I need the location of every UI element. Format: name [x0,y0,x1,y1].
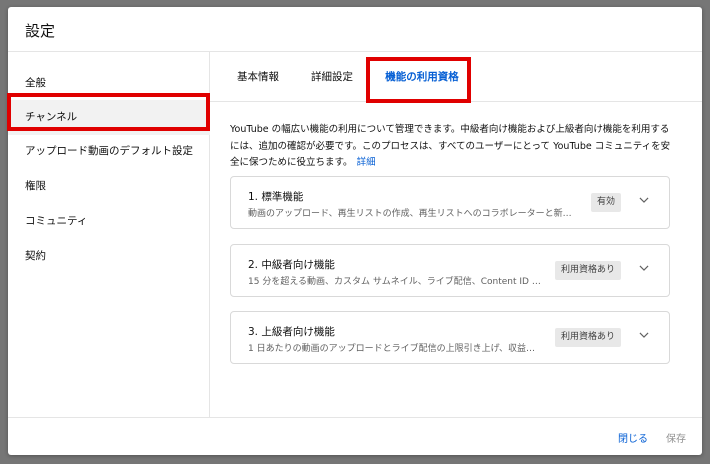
save-button[interactable]: 保存 [666,430,686,445]
tab-feature-eligibility-label: 機能の利用資格 [385,71,459,83]
feature-card-title: 2. 中級者向け機能 [248,259,335,271]
close-button[interactable]: 閉じる [618,430,648,445]
sidebar-item-agreements[interactable]: 契約 [8,239,210,274]
tab-advanced-settings[interactable]: 詳細設定 [304,52,360,102]
sidebar-item-permissions[interactable]: 権限 [8,169,210,204]
chevron-down-icon[interactable] [637,328,651,342]
tab-feature-eligibility[interactable]: 機能の利用資格 [377,52,467,102]
feature-card-intermediate[interactable]: 2. 中級者向け機能 15 分を超える動画、カスタム サムネイル、ライブ配信、C… [230,244,670,297]
sidebar-item-general[interactable]: 全般 [8,66,210,101]
active-tab-indicator [377,100,467,102]
feature-card-standard[interactable]: 1. 標準機能 動画のアップロード、再生リストの作成、再生リストへのコラボレータ… [230,176,670,229]
feature-card-subtitle: 1 日あたりの動画のアップロードとライブ配信の上限引き上げ、収益… [248,344,535,354]
sidebar-item-channel[interactable]: チャンネル [8,100,210,135]
dialog-title: 設定 [25,22,56,40]
status-badge: 利用資格あり [555,261,622,280]
tab-basic-info[interactable]: 基本情報 [230,52,286,102]
status-badge: 利用資格あり [555,328,622,347]
feature-card-advanced[interactable]: 3. 上級者向け機能 1 日あたりの動画のアップロードとライブ配信の上限引き上げ… [230,311,670,364]
chevron-down-icon[interactable] [637,261,651,275]
description-text: YouTube の幅広い機能の利用について管理できます。中級者向け機能および上級… [230,124,671,168]
sidebar-item-community[interactable]: コミュニティ [8,204,210,239]
chevron-down-icon[interactable] [637,193,651,207]
feature-card-subtitle: 動画のアップロード、再生リストの作成、再生リストへのコラボレーターと新… [248,209,572,219]
dialog-header: 設定 [8,7,702,52]
status-badge: 有効 [591,193,622,212]
settings-content: 基本情報 詳細設定 機能の利用資格 YouTube の幅広い機能の利用について管… [210,52,702,417]
tab-bar: 基本情報 詳細設定 機能の利用資格 [210,52,702,102]
feature-card-title: 3. 上級者向け機能 [248,326,335,338]
feature-card-title: 1. 標準機能 [248,191,304,203]
feature-card-subtitle: 15 分を超える動画、カスタム サムネイル、ライブ配信、Content ID に… [248,277,543,287]
settings-sidebar: 全般 チャンネル アップロード動画のデフォルト設定 権限 コミュニティ 契約 [8,52,210,417]
learn-more-link[interactable]: 詳細 [357,157,376,168]
dialog-footer: 閉じる 保存 [8,417,702,455]
sidebar-item-upload-defaults[interactable]: アップロード動画のデフォルト設定 [8,134,210,169]
settings-dialog: 設定 全般 チャンネル アップロード動画のデフォルト設定 権限 コミュニティ 契… [8,7,702,455]
feature-description: YouTube の幅広い機能の利用について管理できます。中級者向け機能および上級… [230,122,675,172]
